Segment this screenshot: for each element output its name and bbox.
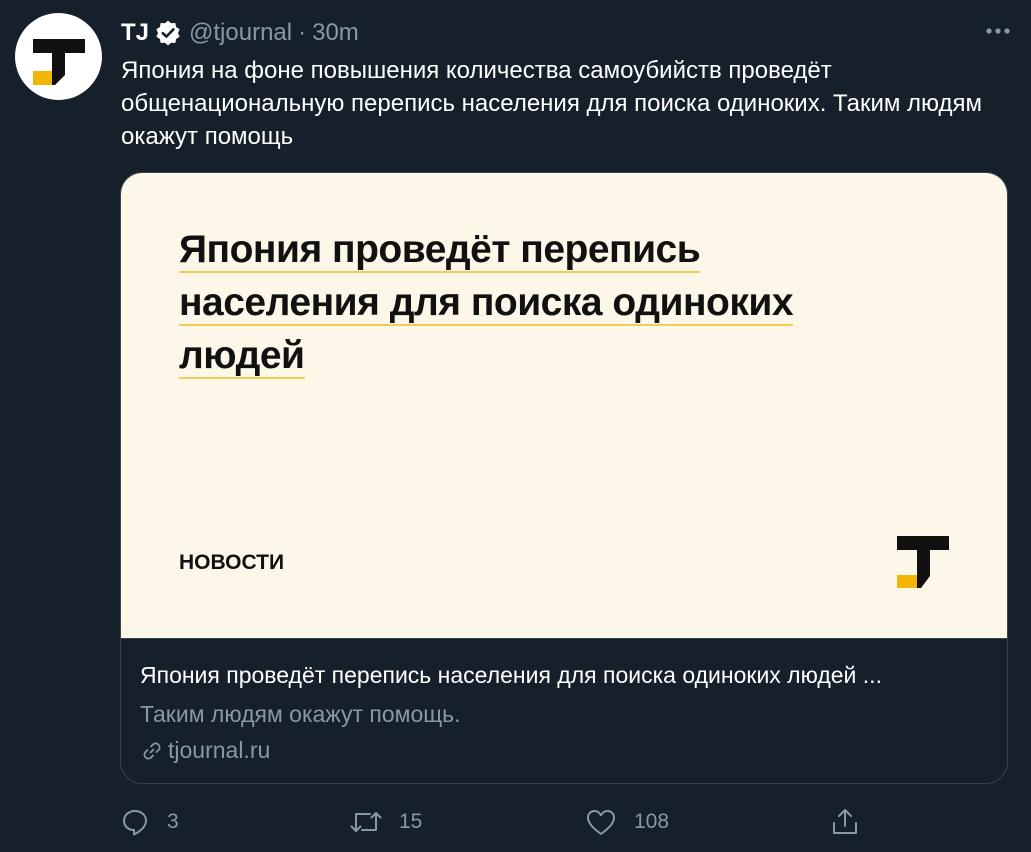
handle[interactable]: @tjournal: [189, 19, 292, 47]
card-domain-text: tjournal.ru: [168, 737, 271, 763]
tj-logo-icon: [897, 536, 949, 588]
separator-dot: ·: [298, 19, 307, 46]
share-button[interactable]: [830, 803, 860, 841]
more-options-icon[interactable]: [983, 18, 1013, 44]
share-icon: [833, 809, 857, 834]
heart-icon: [587, 810, 615, 835]
timestamp[interactable]: 30m: [312, 19, 359, 47]
card-image-category: НОВОСТИ: [179, 551, 285, 574]
card-image-title: Япония проведёт перепись населения для п…: [179, 223, 879, 382]
avatar[interactable]: [15, 13, 102, 100]
card-divider: [121, 638, 1007, 639]
tweet-header: TJ @tjournal · 30m: [121, 17, 359, 49]
card-image-title-line-2: населения для поиска одиноких: [179, 281, 794, 326]
like-button[interactable]: 108: [585, 803, 669, 841]
card-image-title-line-1: Япония проведёт перепись: [179, 228, 701, 273]
retweet-button[interactable]: 15: [350, 803, 422, 841]
tweet: TJ @tjournal · 30m Япония на фоне повыше…: [0, 0, 1031, 852]
card-image: Япония проведёт перепись населения для п…: [121, 173, 1007, 638]
tweet-actions: 3 15 108: [120, 803, 880, 841]
link-icon: [143, 742, 161, 759]
retweet-icon: [350, 812, 382, 832]
tj-logo-icon: [33, 39, 85, 85]
like-count: 108: [634, 810, 670, 833]
reply-count: 3: [167, 810, 179, 833]
retweet-count: 15: [399, 810, 423, 833]
card-image-title-line-3: людей: [179, 334, 305, 379]
card-description: Таким людям окажут помощь.: [140, 701, 461, 727]
link-card[interactable]: Япония проведёт перепись населения для п…: [120, 172, 1008, 784]
reply-button[interactable]: 3: [120, 803, 179, 841]
card-domain: tjournal.ru: [140, 737, 270, 764]
card-title: Япония проведёт перепись населения для п…: [140, 662, 882, 688]
tweet-text: Япония на фоне повышения количества само…: [121, 57, 983, 150]
verified-badge-icon: [155, 20, 181, 46]
display-name[interactable]: TJ: [121, 19, 149, 47]
reply-icon: [123, 810, 147, 836]
